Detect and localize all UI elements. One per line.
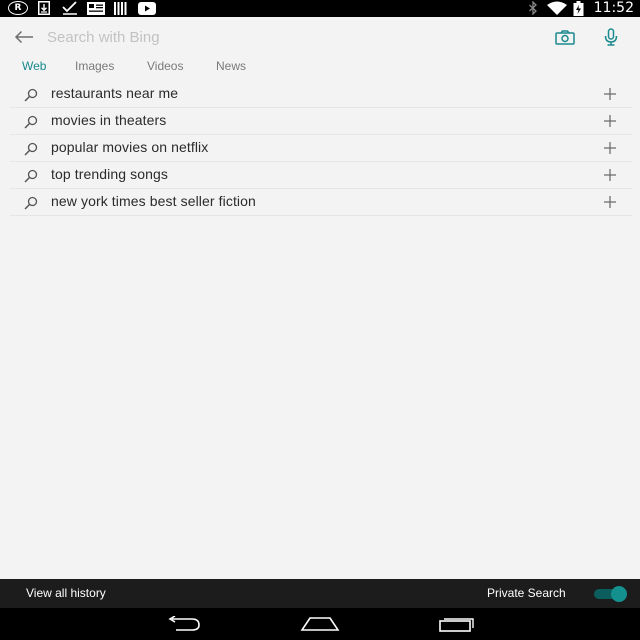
bluetooth-icon (527, 1, 539, 15)
plus-icon[interactable] (603, 141, 617, 155)
search-icon (24, 169, 38, 183)
suggestion-text: top trending songs (51, 166, 168, 182)
camera-icon[interactable] (553, 26, 577, 48)
suggestion-text: movies in theaters (51, 112, 167, 128)
navigation-bar (0, 608, 640, 640)
suggestion-item[interactable]: restaurants near me (10, 81, 632, 108)
suggestion-item[interactable]: top trending songs (10, 162, 632, 189)
home-nav-icon[interactable] (299, 614, 341, 634)
tab-web[interactable]: Web (22, 59, 46, 73)
download-icon (37, 1, 51, 15)
bottom-bar: View all history Private Search (0, 579, 640, 608)
search-header (0, 17, 640, 57)
recents-nav-icon[interactable] (437, 614, 477, 634)
back-nav-icon[interactable] (164, 614, 204, 634)
battery-icon (572, 0, 584, 16)
plus-icon[interactable] (603, 87, 617, 101)
tab-news[interactable]: News (216, 59, 246, 73)
youtube-icon (138, 1, 156, 15)
private-search-label: Private Search (487, 586, 566, 600)
plus-icon[interactable] (603, 168, 617, 182)
plus-icon[interactable] (603, 195, 617, 209)
search-icon (24, 88, 38, 102)
suggestion-text: restaurants near me (51, 85, 179, 101)
status-time: 11:52 (593, 0, 634, 16)
suggestion-item[interactable]: new york times best seller fiction (10, 189, 632, 216)
toggle-thumb (611, 586, 627, 602)
suggestion-list: restaurants near me movies in theaters p… (10, 81, 632, 216)
tab-videos[interactable]: Videos (147, 59, 183, 73)
suggestion-text: popular movies on netflix (51, 139, 209, 155)
view-all-history-link[interactable]: View all history (26, 586, 106, 600)
back-arrow-icon[interactable] (12, 26, 36, 48)
registered-icon: R (8, 1, 28, 15)
status-bar: R 11:52 (0, 0, 640, 17)
suggestion-item[interactable]: movies in theaters (10, 108, 632, 135)
barcode-icon (114, 1, 128, 15)
microphone-icon[interactable] (601, 26, 621, 48)
private-search-toggle[interactable] (592, 586, 628, 602)
wifi-icon (547, 1, 567, 15)
news-icon (87, 1, 105, 15)
checkmark-icon (62, 1, 78, 15)
search-icon (24, 142, 38, 156)
suggestion-item[interactable]: popular movies on netflix (10, 135, 632, 162)
search-input[interactable] (47, 25, 527, 49)
suggestion-text: new york times best seller fiction (51, 193, 256, 209)
search-icon (24, 115, 38, 129)
search-icon (24, 196, 38, 210)
search-tabs: Web Images Videos News (0, 57, 640, 77)
tab-images[interactable]: Images (75, 59, 114, 73)
plus-icon[interactable] (603, 114, 617, 128)
